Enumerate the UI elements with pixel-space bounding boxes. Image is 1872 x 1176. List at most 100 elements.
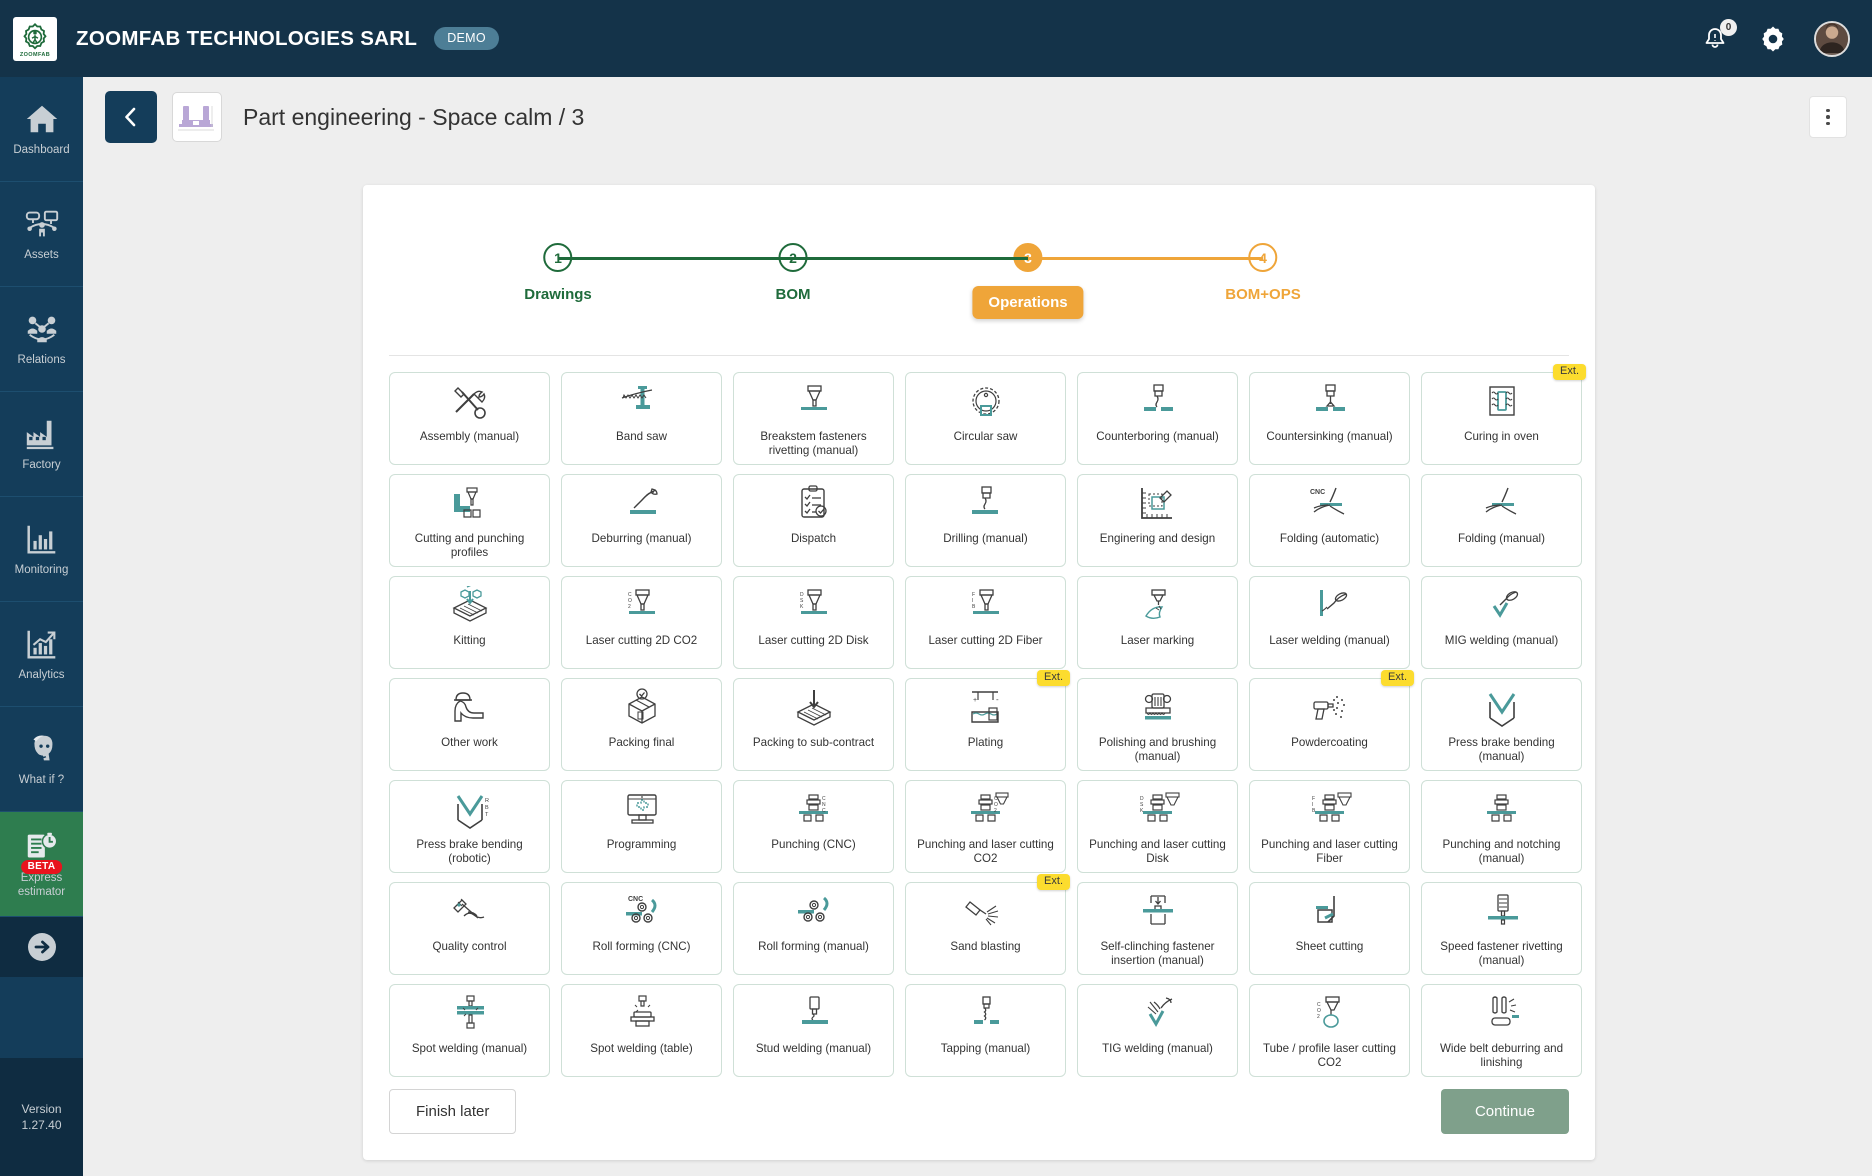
- operation-card[interactable]: Quality control: [389, 882, 550, 975]
- operation-label: Laser cutting 2D Disk: [758, 634, 869, 647]
- operation-card[interactable]: Counterboring (manual): [1077, 372, 1238, 465]
- operation-card[interactable]: C N C Punching (CNC): [733, 780, 894, 873]
- sidebar-item-express-estimator[interactable]: BETA Express estimator: [0, 812, 83, 917]
- operation-card[interactable]: Deburring (manual): [561, 474, 722, 567]
- stepper-step-drawings[interactable]: 1 Drawings: [524, 243, 592, 303]
- band-saw-icon: [612, 382, 672, 426]
- operation-label: Powdercoating: [1291, 736, 1368, 749]
- stepper-step-bom[interactable]: 2 BOM: [776, 243, 811, 303]
- notifications-button[interactable]: 0: [1698, 18, 1737, 56]
- operation-card[interactable]: Stud welding (manual): [733, 984, 894, 1077]
- deburring-icon: [629, 488, 658, 514]
- sidebar-item-assets[interactable]: Assets: [0, 182, 83, 287]
- avatar[interactable]: [1814, 20, 1850, 57]
- operation-card[interactable]: Spot welding (manual): [389, 984, 550, 1077]
- circular-saw-icon: [971, 387, 1000, 416]
- operation-card[interactable]: Kitting: [389, 576, 550, 669]
- operation-card[interactable]: D S K Punching and laser cutting Disk: [1077, 780, 1238, 873]
- operation-card[interactable]: Assembly (manual): [389, 372, 550, 465]
- operation-card[interactable]: C O 2 Tube / profile laser cutting CO2: [1249, 984, 1410, 1077]
- laser-cutting-fiber-icon: F I B: [972, 589, 999, 614]
- powdercoating-icon: [1300, 688, 1360, 732]
- operation-card[interactable]: Tapping (manual): [905, 984, 1066, 1077]
- operation-card[interactable]: D S K Laser cutting 2D Disk: [733, 576, 894, 669]
- cutting-punching-profiles-icon: [440, 484, 500, 528]
- operation-card[interactable]: CNC Folding (automatic): [1249, 474, 1410, 567]
- sidebar-item-what-if[interactable]: What if ?: [0, 707, 83, 812]
- operation-card[interactable]: Roll forming (manual): [733, 882, 894, 975]
- sidebar-collapse-button[interactable]: [0, 917, 83, 977]
- speed-fastener-icon: [1472, 892, 1532, 936]
- operation-label: Quality control: [432, 940, 507, 953]
- operation-card[interactable]: F I B Punching and laser cutting Fiber: [1249, 780, 1410, 873]
- operation-card[interactable]: Other work: [389, 678, 550, 771]
- operation-card[interactable]: Programming: [561, 780, 722, 873]
- operation-card[interactable]: Breakstem fasteners rivetting (manual): [733, 372, 894, 465]
- sidebar-item-label: Monitoring: [14, 564, 69, 577]
- operation-card[interactable]: Punching and notching (manual): [1421, 780, 1582, 873]
- operation-card[interactable]: Spot welding (table): [561, 984, 722, 1077]
- operation-card[interactable]: Folding (manual): [1421, 474, 1582, 567]
- operation-label: Polishing and brushing (manual): [1098, 736, 1217, 764]
- operation-card[interactable]: Packing to sub-contract: [733, 678, 894, 771]
- operation-card[interactable]: C O 2 Punching and laser cutting CO2: [905, 780, 1066, 873]
- sidebar-item-factory[interactable]: Factory: [0, 392, 83, 497]
- panel-footer: Finish later Continue: [389, 1089, 1569, 1134]
- operation-card[interactable]: Band saw: [561, 372, 722, 465]
- stepper-step-bom-ops[interactable]: 4 BOM+OPS: [1225, 243, 1301, 303]
- operation-card[interactable]: + - Plating Ext.: [905, 670, 1070, 771]
- operation-card[interactable]: R B T Press brake bending (robotic): [389, 780, 550, 873]
- operation-card[interactable]: Polishing and brushing (manual): [1077, 678, 1238, 771]
- stepper-connector-2-3: [793, 257, 1028, 260]
- back-button[interactable]: [105, 91, 157, 143]
- plating-icon: + -: [970, 691, 999, 723]
- settings-button[interactable]: [1756, 22, 1790, 56]
- version-label: Version: [21, 1102, 62, 1116]
- sidebar-item-relations[interactable]: Relations: [0, 287, 83, 392]
- continue-button[interactable]: Continue: [1440, 1089, 1569, 1134]
- operation-card[interactable]: Packing final: [561, 678, 722, 771]
- operation-card[interactable]: Dispatch: [733, 474, 894, 567]
- relations-icon: [27, 316, 56, 343]
- external-badge: Ext.: [1037, 874, 1070, 890]
- part-thumbnail[interactable]: [172, 92, 222, 142]
- stud-welding-icon: [801, 996, 828, 1024]
- operation-card[interactable]: Circular saw: [905, 372, 1066, 465]
- deburring-icon: [612, 484, 672, 528]
- operation-card[interactable]: Countersinking (manual): [1249, 372, 1410, 465]
- finish-later-button[interactable]: Finish later: [389, 1089, 517, 1134]
- operation-card[interactable]: Powdercoating Ext.: [1249, 670, 1414, 771]
- stepper-step-operations[interactable]: 3 Operations: [972, 243, 1084, 319]
- counterboring-icon: [1128, 382, 1188, 426]
- operation-card[interactable]: Sand blasting Ext.: [905, 874, 1070, 975]
- operation-card[interactable]: Laser welding (manual): [1249, 576, 1410, 669]
- operation-card[interactable]: MIG welding (manual): [1421, 576, 1582, 669]
- operation-card[interactable]: Sheet cutting: [1249, 882, 1410, 975]
- svg-text:2: 2: [994, 808, 997, 814]
- page-menu-button[interactable]: [1809, 96, 1847, 138]
- speed-fastener-icon: [1487, 894, 1518, 925]
- sidebar-item-analytics[interactable]: Analytics: [0, 602, 83, 707]
- arrow-right-circle-icon: [27, 933, 56, 961]
- operation-label: Packing to sub-contract: [752, 736, 875, 749]
- laser-welding-icon: [1300, 586, 1360, 630]
- svg-text:-: -: [996, 695, 999, 704]
- operation-card[interactable]: Press brake bending (manual): [1421, 678, 1582, 771]
- trend-chart-icon: [26, 630, 55, 659]
- operation-card[interactable]: Laser marking: [1077, 576, 1238, 669]
- operation-card[interactable]: Enginering and design: [1077, 474, 1238, 567]
- operation-card[interactable]: Speed fastener rivetting (manual): [1421, 882, 1582, 975]
- operation-card[interactable]: F I B Laser cutting 2D Fiber: [905, 576, 1066, 669]
- operation-card[interactable]: Curing in oven Ext.: [1421, 364, 1586, 465]
- sidebar-item-monitoring[interactable]: Monitoring: [0, 497, 83, 602]
- operation-card[interactable]: C O 2 Laser cutting 2D CO2: [561, 576, 722, 669]
- operation-card[interactable]: Drilling (manual): [905, 474, 1066, 567]
- operation-card[interactable]: CNC Roll forming (CNC): [561, 882, 722, 975]
- operation-card[interactable]: TIG welding (manual): [1077, 984, 1238, 1077]
- operation-card[interactable]: Wide belt deburring and linishing: [1421, 984, 1582, 1077]
- operation-card[interactable]: Cutting and punching profiles: [389, 474, 550, 567]
- operation-card[interactable]: Self-clinching fastener insertion (manua…: [1077, 882, 1238, 975]
- sidebar-item-dashboard[interactable]: Dashboard: [0, 77, 83, 182]
- stepper-step-label: Operations: [972, 286, 1084, 319]
- folding-automatic-icon: CNC: [1300, 484, 1360, 528]
